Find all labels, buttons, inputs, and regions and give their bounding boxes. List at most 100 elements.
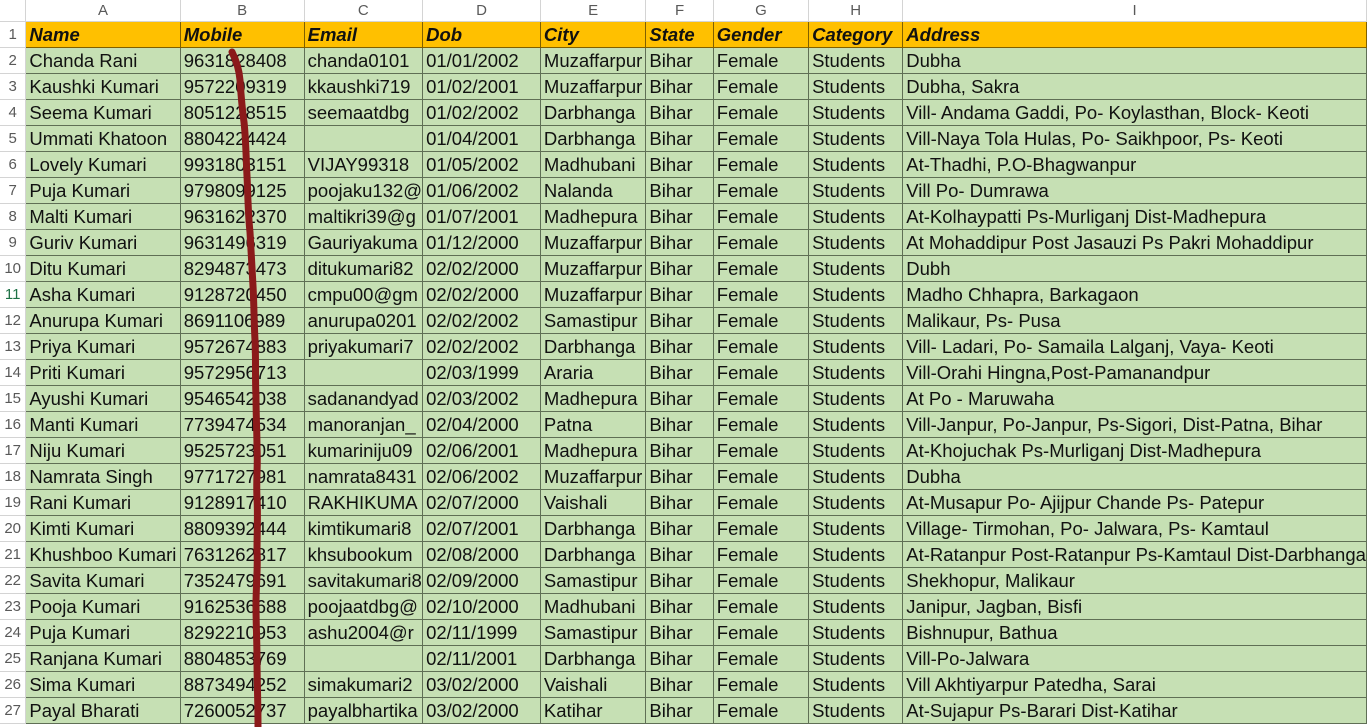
- row-number[interactable]: 15: [0, 385, 27, 412]
- cell-state[interactable]: Bihar: [645, 333, 714, 360]
- cell-gender[interactable]: Female: [713, 281, 810, 308]
- cell-category[interactable]: Students: [808, 437, 904, 464]
- cell-city[interactable]: Madhepura: [540, 203, 647, 230]
- column-header[interactable]: I: [902, 0, 1367, 22]
- cell-gender[interactable]: Female: [713, 177, 810, 204]
- cell-email[interactable]: ditukumari82: [304, 255, 424, 282]
- cell-dob[interactable]: 02/02/2002: [422, 333, 541, 360]
- cell-dob[interactable]: 01/04/2001: [422, 125, 541, 152]
- row-number[interactable]: 1: [0, 21, 27, 48]
- cell-gender[interactable]: Female: [713, 619, 810, 646]
- cell-email[interactable]: priyakumari7: [304, 333, 424, 360]
- cell-gender[interactable]: Female: [713, 125, 810, 152]
- cell-name[interactable]: Malti Kumari: [25, 203, 181, 230]
- cell-mobile[interactable]: 9631622370: [180, 203, 305, 230]
- cell-state[interactable]: Bihar: [645, 515, 714, 542]
- cell-city[interactable]: Darbhanga: [540, 333, 647, 360]
- row-number[interactable]: 13: [0, 333, 27, 360]
- cell-name[interactable]: Niju Kumari: [25, 437, 181, 464]
- cell-gender[interactable]: Female: [713, 151, 810, 178]
- cell-mobile[interactable]: 9631828408: [180, 47, 305, 74]
- row-number[interactable]: 5: [0, 125, 27, 152]
- cell-dob[interactable]: 02/10/2000: [422, 593, 541, 620]
- cell-mobile[interactable]: 9631496319: [180, 229, 305, 256]
- cell-mobile[interactable]: 8809392444: [180, 515, 305, 542]
- cell-gender[interactable]: Female: [713, 437, 810, 464]
- cell-address[interactable]: At Mohaddipur Post Jasauzi Ps Pakri Moha…: [902, 229, 1367, 256]
- cell-state[interactable]: Bihar: [645, 125, 714, 152]
- cell-name[interactable]: Asha Kumari: [25, 281, 181, 308]
- cell-email[interactable]: ashu2004@r: [304, 619, 424, 646]
- column-header[interactable]: B: [180, 0, 305, 22]
- cell-state[interactable]: Bihar: [645, 671, 714, 698]
- cell-city[interactable]: Darbhanga: [540, 99, 647, 126]
- cell-category[interactable]: Students: [808, 47, 904, 74]
- cell-name[interactable]: Guriv Kumari: [25, 229, 181, 256]
- cell-gender[interactable]: Female: [713, 541, 810, 568]
- cell-state[interactable]: Bihar: [645, 619, 714, 646]
- column-header[interactable]: H: [808, 0, 904, 22]
- cell-mobile[interactable]: 9798099125: [180, 177, 305, 204]
- row-number[interactable]: 8: [0, 203, 27, 230]
- cell-category[interactable]: Students: [808, 281, 904, 308]
- cell-name[interactable]: Savita Kumari: [25, 567, 181, 594]
- cell-city[interactable]: Madhepura: [540, 385, 647, 412]
- cell-dob[interactable]: 01/12/2000: [422, 229, 541, 256]
- cell-address[interactable]: Dubha, Sakra: [902, 73, 1367, 100]
- cell-name[interactable]: Pooja Kumari: [25, 593, 181, 620]
- cell-category[interactable]: Students: [808, 697, 904, 724]
- cell-name[interactable]: Ummati Khatoon: [25, 125, 181, 152]
- cell-state[interactable]: Bihar: [645, 177, 714, 204]
- row-number[interactable]: 18: [0, 463, 27, 490]
- cell-city[interactable]: Samastipur: [540, 567, 647, 594]
- cell-mobile[interactable]: 8051228515: [180, 99, 305, 126]
- cell-name[interactable]: Ayushi Kumari: [25, 385, 181, 412]
- column-header[interactable]: C: [304, 0, 424, 22]
- cell-email[interactable]: [304, 359, 424, 386]
- column-header[interactable]: A: [25, 0, 181, 22]
- cell-state[interactable]: Bihar: [645, 437, 714, 464]
- cell-mobile[interactable]: 8873494252: [180, 671, 305, 698]
- cell-email[interactable]: VIJAY99318: [304, 151, 424, 178]
- cell-email[interactable]: RAKHIKUMA: [304, 489, 424, 516]
- cell-dob[interactable]: 02/07/2001: [422, 515, 541, 542]
- row-number[interactable]: 19: [0, 489, 27, 516]
- header-cell-category[interactable]: Category: [808, 21, 904, 48]
- cell-address[interactable]: Vill-Orahi Hingna,Post-Pamanandpur: [902, 359, 1367, 386]
- cell-state[interactable]: Bihar: [645, 463, 714, 490]
- cell-state[interactable]: Bihar: [645, 73, 714, 100]
- cell-dob[interactable]: 01/06/2002: [422, 177, 541, 204]
- cell-mobile[interactable]: 9128720450: [180, 281, 305, 308]
- cell-dob[interactable]: 03/02/2000: [422, 697, 541, 724]
- cell-category[interactable]: Students: [808, 645, 904, 672]
- cell-dob[interactable]: 02/07/2000: [422, 489, 541, 516]
- cell-email[interactable]: kumariniju09: [304, 437, 424, 464]
- cell-address[interactable]: Vill-Janpur, Po-Janpur, Ps-Sigori, Dist-…: [902, 411, 1367, 438]
- cell-city[interactable]: Muzaffarpur: [540, 463, 647, 490]
- row-number[interactable]: 24: [0, 619, 27, 646]
- cell-state[interactable]: Bihar: [645, 307, 714, 334]
- cell-email[interactable]: anurupa0201: [304, 307, 424, 334]
- cell-address[interactable]: Shekhopur, Malikaur: [902, 567, 1367, 594]
- header-cell-mobile[interactable]: Mobile: [180, 21, 305, 48]
- cell-name[interactable]: Kimti Kumari: [25, 515, 181, 542]
- row-number[interactable]: 4: [0, 99, 27, 126]
- cell-city[interactable]: Madhubani: [540, 151, 647, 178]
- cell-gender[interactable]: Female: [713, 307, 810, 334]
- cell-address[interactable]: At-Ratanpur Post-Ratanpur Ps-Kamtaul Dis…: [902, 541, 1367, 568]
- cell-dob[interactable]: 01/02/2002: [422, 99, 541, 126]
- cell-gender[interactable]: Female: [713, 489, 810, 516]
- cell-city[interactable]: Muzaffarpur: [540, 281, 647, 308]
- cell-name[interactable]: Kaushki Kumari: [25, 73, 181, 100]
- cell-category[interactable]: Students: [808, 229, 904, 256]
- cell-category[interactable]: Students: [808, 671, 904, 698]
- cell-dob[interactable]: 02/09/2000: [422, 567, 541, 594]
- cell-gender[interactable]: Female: [713, 515, 810, 542]
- cell-category[interactable]: Students: [808, 489, 904, 516]
- cell-address[interactable]: Vill- Ladari, Po- Samaila Lalganj, Vaya-…: [902, 333, 1367, 360]
- column-header[interactable]: G: [713, 0, 810, 22]
- cell-name[interactable]: Priya Kumari: [25, 333, 181, 360]
- cell-dob[interactable]: 02/06/2001: [422, 437, 541, 464]
- cell-dob[interactable]: 02/11/1999: [422, 619, 541, 646]
- cell-dob[interactable]: 02/08/2000: [422, 541, 541, 568]
